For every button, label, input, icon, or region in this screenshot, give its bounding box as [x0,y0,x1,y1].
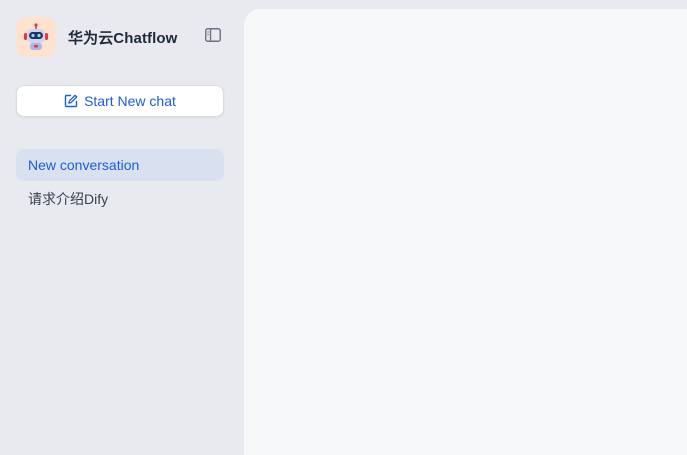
robot-icon [16,17,56,57]
conversation-list: New conversation 请求介绍Dify [16,149,224,217]
conversation-item-label: New conversation [28,157,140,173]
conversation-item-new[interactable]: New conversation [16,149,224,181]
brand-header: 华为云Chatflow [16,16,224,58]
chat-main-panel [244,9,687,455]
conversation-item-label: 请求介绍Dify [28,191,109,207]
start-new-chat-button[interactable]: Start New chat [16,85,224,117]
sidebar: 华为云Chatflow Start New chat New conversat… [0,0,244,455]
edit-square-icon [64,94,78,108]
app-title: 华为云Chatflow [68,29,178,47]
app-window: 华为云Chatflow Start New chat New conversat… [0,0,687,455]
sidebar-toggle-icon [205,27,221,47]
start-new-chat-label: Start New chat [84,93,176,109]
sidebar-toggle-button[interactable] [204,27,222,47]
conversation-item-dify[interactable]: 请求介绍Dify [16,183,224,215]
